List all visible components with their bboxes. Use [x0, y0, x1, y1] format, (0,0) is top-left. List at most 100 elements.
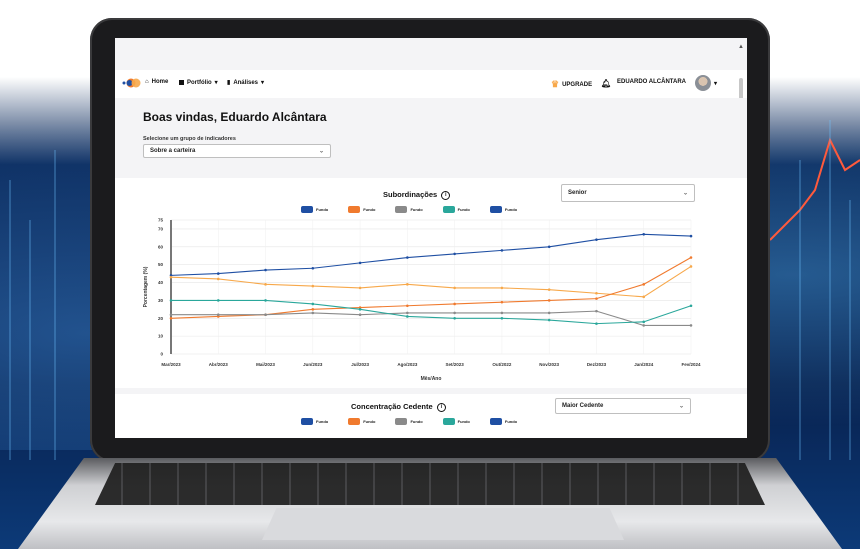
y-axis-label: Porcentagem (%) — [143, 266, 149, 307]
data-point — [547, 288, 551, 291]
legend-label: Fundo — [410, 419, 423, 424]
data-point — [500, 286, 504, 290]
data-point — [547, 318, 551, 322]
legend-item[interactable]: Fundo — [489, 206, 517, 213]
nav-analyses[interactable]: ▮ Análises ▾ — [227, 79, 265, 87]
legend-item[interactable]: Fundo — [442, 206, 470, 213]
legend-swatch — [348, 418, 361, 425]
upgrade-button[interactable]: ♛ UPGRADE — [551, 79, 592, 90]
y-tick-label: 50 — [158, 262, 164, 267]
scroll-up-icon[interactable]: ▲ — [738, 44, 744, 50]
legend-swatch — [442, 206, 455, 213]
data-point — [453, 311, 456, 315]
concentration-select[interactable]: Maior Cedente ⌄ — [555, 398, 691, 414]
laptop-keyboard — [95, 463, 765, 505]
data-point — [406, 315, 409, 318]
data-point — [500, 311, 504, 315]
laptop-trackpad — [262, 508, 624, 540]
data-point — [169, 316, 173, 320]
legend-swatch — [301, 206, 313, 213]
legend-item[interactable]: Fundo — [395, 418, 423, 425]
data-point — [216, 313, 220, 316]
x-tick-label: Jan/2024 — [634, 362, 654, 367]
data-point — [689, 234, 693, 238]
subordinations-line-chart: 0 10 20 30 40 50 60 70 75 Mar/2023 Abr/2023 Mai/202… — [143, 218, 701, 383]
legend-item[interactable]: Fundo — [489, 418, 517, 425]
legend-swatch — [348, 206, 361, 213]
data-point — [453, 252, 456, 256]
legend-swatch — [395, 418, 408, 425]
y-tick-label: 0 — [160, 352, 163, 357]
avatar — [695, 75, 711, 91]
legend-swatch — [301, 418, 313, 425]
legend-label: Fundo — [316, 207, 329, 212]
x-tick-label: Mai/2023 — [256, 362, 275, 367]
info-icon[interactable]: i — [436, 402, 446, 412]
home-icon: ⌂ — [145, 79, 149, 85]
chevron-down-icon: ▾ — [214, 80, 218, 86]
data-point — [689, 265, 693, 268]
y-tick-label: 75 — [158, 218, 164, 223]
x-tick-label: Set/2023 — [446, 362, 465, 367]
data-point — [311, 308, 315, 311]
chart-title: Subordinações i — [383, 190, 451, 200]
data-point — [689, 256, 693, 259]
legend-swatch — [489, 418, 502, 425]
x-tick-label: Jul/2023 — [351, 362, 369, 367]
data-point — [216, 299, 220, 302]
x-axis-label: Mês/Ano — [421, 376, 442, 382]
data-point — [453, 302, 456, 306]
data-point — [500, 300, 504, 304]
data-point — [547, 245, 551, 249]
main-content: Boas vindas, Eduardo Alcântara Selecione… — [115, 98, 747, 438]
app-screen: ▲ ⌂ Home Portfólio ▾ ▮ Análises ▾ ♛ UPGR… — [115, 38, 747, 438]
bar-chart-icon: ▮ — [227, 80, 231, 86]
data-point — [689, 304, 693, 308]
chart-title: Concentração Cedente i — [351, 402, 446, 412]
chevron-down-icon: ⌄ — [318, 148, 324, 155]
data-point — [311, 284, 315, 288]
data-point — [642, 232, 646, 236]
chart-legend: Fundo Fundo Fundo Fundo Fundo — [301, 418, 517, 425]
legend-label: Fundo — [363, 207, 376, 212]
data-point — [264, 299, 267, 302]
app-logo[interactable] — [121, 77, 141, 89]
nav-portfolio[interactable]: Portfólio ▾ — [179, 79, 218, 86]
legend-label: Fundo — [316, 419, 329, 424]
bell-icon: 🔔︎ — [601, 79, 612, 88]
user-avatar-menu[interactable]: ▾ — [695, 75, 717, 91]
nav-home[interactable]: ⌂ Home — [145, 79, 168, 85]
data-point — [406, 304, 409, 308]
legend-swatch — [395, 206, 408, 213]
chevron-down-icon: ▾ — [261, 80, 265, 86]
page-title: Boas vindas, Eduardo Alcântara — [143, 110, 327, 124]
legend-swatch — [442, 418, 455, 425]
info-icon[interactable]: i — [441, 190, 451, 200]
x-tick-label: Out/2022 — [492, 362, 512, 367]
data-point — [264, 283, 267, 286]
legend-item[interactable]: Fundo — [301, 206, 328, 213]
data-point — [642, 295, 646, 299]
legend-item[interactable]: Fundo — [348, 206, 375, 213]
data-point — [216, 277, 220, 281]
data-point — [358, 308, 362, 311]
legend-item[interactable]: Fundo — [442, 418, 470, 425]
data-point — [689, 324, 693, 327]
tranche-select[interactable]: Senior ⌄ — [561, 184, 695, 202]
legend-item[interactable]: Fundo — [301, 418, 328, 425]
data-point — [595, 297, 598, 300]
y-tick-label: 70 — [158, 226, 164, 231]
data-point — [169, 299, 173, 302]
data-point — [595, 291, 598, 295]
indicator-group-select[interactable]: Sobre a carteira ⌄ — [143, 144, 331, 158]
legend-label: Fundo — [410, 207, 423, 212]
legend-item[interactable]: Fundo — [395, 206, 423, 213]
data-point — [216, 272, 220, 275]
crown-icon: ♛ — [551, 79, 560, 89]
y-tick-label: 30 — [158, 298, 164, 303]
indicator-group-label: Selecione um grupo de indicadores — [143, 136, 236, 142]
legend-item[interactable]: Fundo — [348, 418, 375, 425]
notifications-button[interactable]: 🔔︎ — [601, 79, 611, 88]
data-point — [642, 283, 646, 286]
user-name[interactable]: EDUARDO ALCÂNTARA — [617, 79, 686, 85]
